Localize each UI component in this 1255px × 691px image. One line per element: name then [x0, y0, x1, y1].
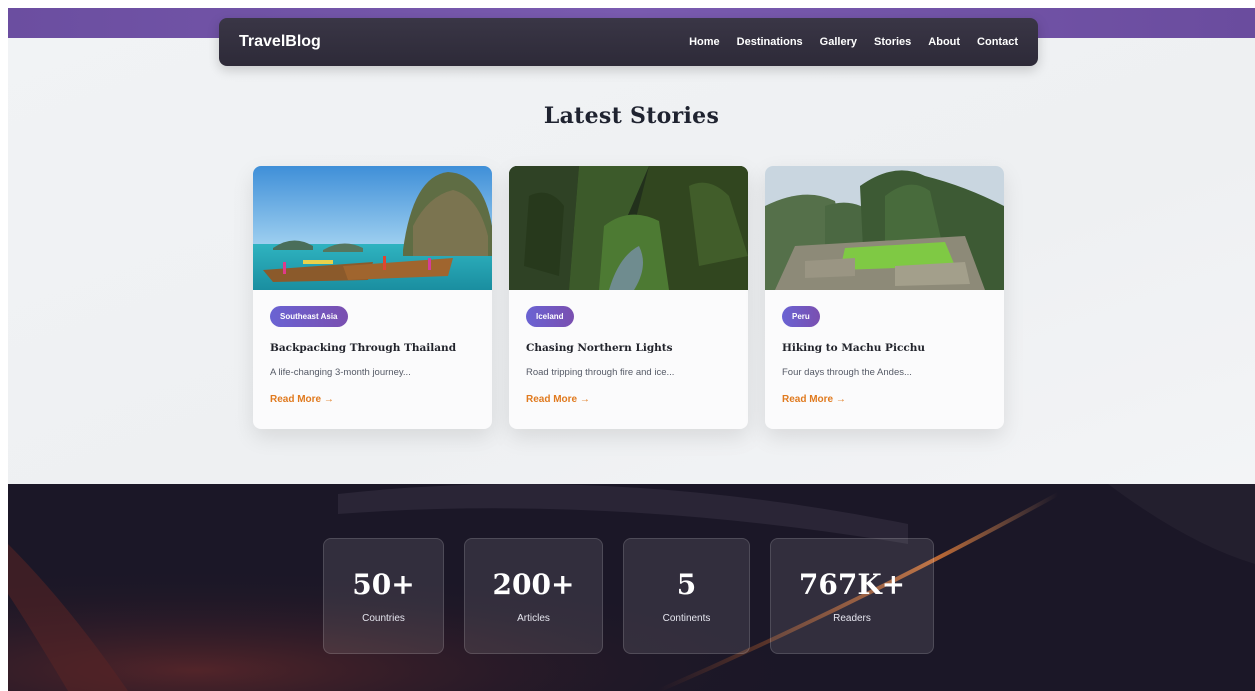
stat-articles: 200+ Articles: [464, 538, 603, 654]
read-more-link[interactable]: Read More →: [526, 394, 590, 405]
stat-readers: 767K+ Readers: [770, 538, 934, 654]
story-card-peru[interactable]: Peru Hiking to Machu Picchu Four days th…: [765, 166, 1004, 429]
stat-continents: 5 Continents: [623, 538, 750, 654]
page: TravelBlog Home Destinations Gallery Sto…: [8, 8, 1255, 691]
nav-contact[interactable]: Contact: [977, 36, 1018, 48]
stat-label: Readers: [833, 613, 871, 624]
stat-countries: 50+ Countries: [323, 538, 444, 654]
stat-value: 50+: [352, 568, 415, 601]
thailand-photo: [253, 166, 492, 290]
section-title: Latest Stories: [543, 103, 720, 129]
category-tag[interactable]: Southeast Asia: [270, 306, 348, 327]
nav-stories[interactable]: Stories: [874, 36, 911, 48]
nav-links: Home Destinations Gallery Stories About …: [689, 36, 1018, 48]
card-excerpt: A life-changing 3-month journey...: [270, 367, 411, 378]
nav-destinations[interactable]: Destinations: [737, 36, 803, 48]
card-excerpt: Road tripping through fire and ice...: [526, 367, 675, 378]
stat-value: 5: [676, 568, 697, 601]
brand-logo[interactable]: TravelBlog: [239, 33, 321, 51]
category-tag[interactable]: Iceland: [526, 306, 574, 327]
nav-about[interactable]: About: [928, 36, 960, 48]
read-more-link[interactable]: Read More →: [782, 394, 846, 405]
navbar: TravelBlog Home Destinations Gallery Sto…: [219, 18, 1038, 66]
stat-label: Countries: [362, 613, 405, 624]
card-title[interactable]: Chasing Northern Lights: [526, 342, 731, 354]
card-title[interactable]: Hiking to Machu Picchu: [782, 342, 987, 354]
card-excerpt: Four days through the Andes...: [782, 367, 912, 378]
stat-label: Continents: [662, 613, 711, 624]
card-title[interactable]: Backpacking Through Thailand: [270, 342, 475, 354]
nav-home[interactable]: Home: [689, 36, 720, 48]
category-tag[interactable]: Peru: [782, 306, 820, 327]
stat-value: 767K+: [798, 568, 906, 601]
stat-label: Articles: [517, 613, 550, 624]
stat-value: 200+: [492, 568, 575, 601]
stats-section: 50+ Countries 200+ Articles 5 Continents…: [8, 484, 1255, 691]
machu-picchu-photo: [765, 166, 1004, 290]
read-more-link[interactable]: Read More →: [270, 394, 334, 405]
nav-gallery[interactable]: Gallery: [820, 36, 857, 48]
story-card-thailand[interactable]: Southeast Asia Backpacking Through Thail…: [253, 166, 492, 429]
story-card-iceland[interactable]: Iceland Chasing Northern Lights Road tri…: [509, 166, 748, 429]
iceland-photo: [509, 166, 748, 290]
